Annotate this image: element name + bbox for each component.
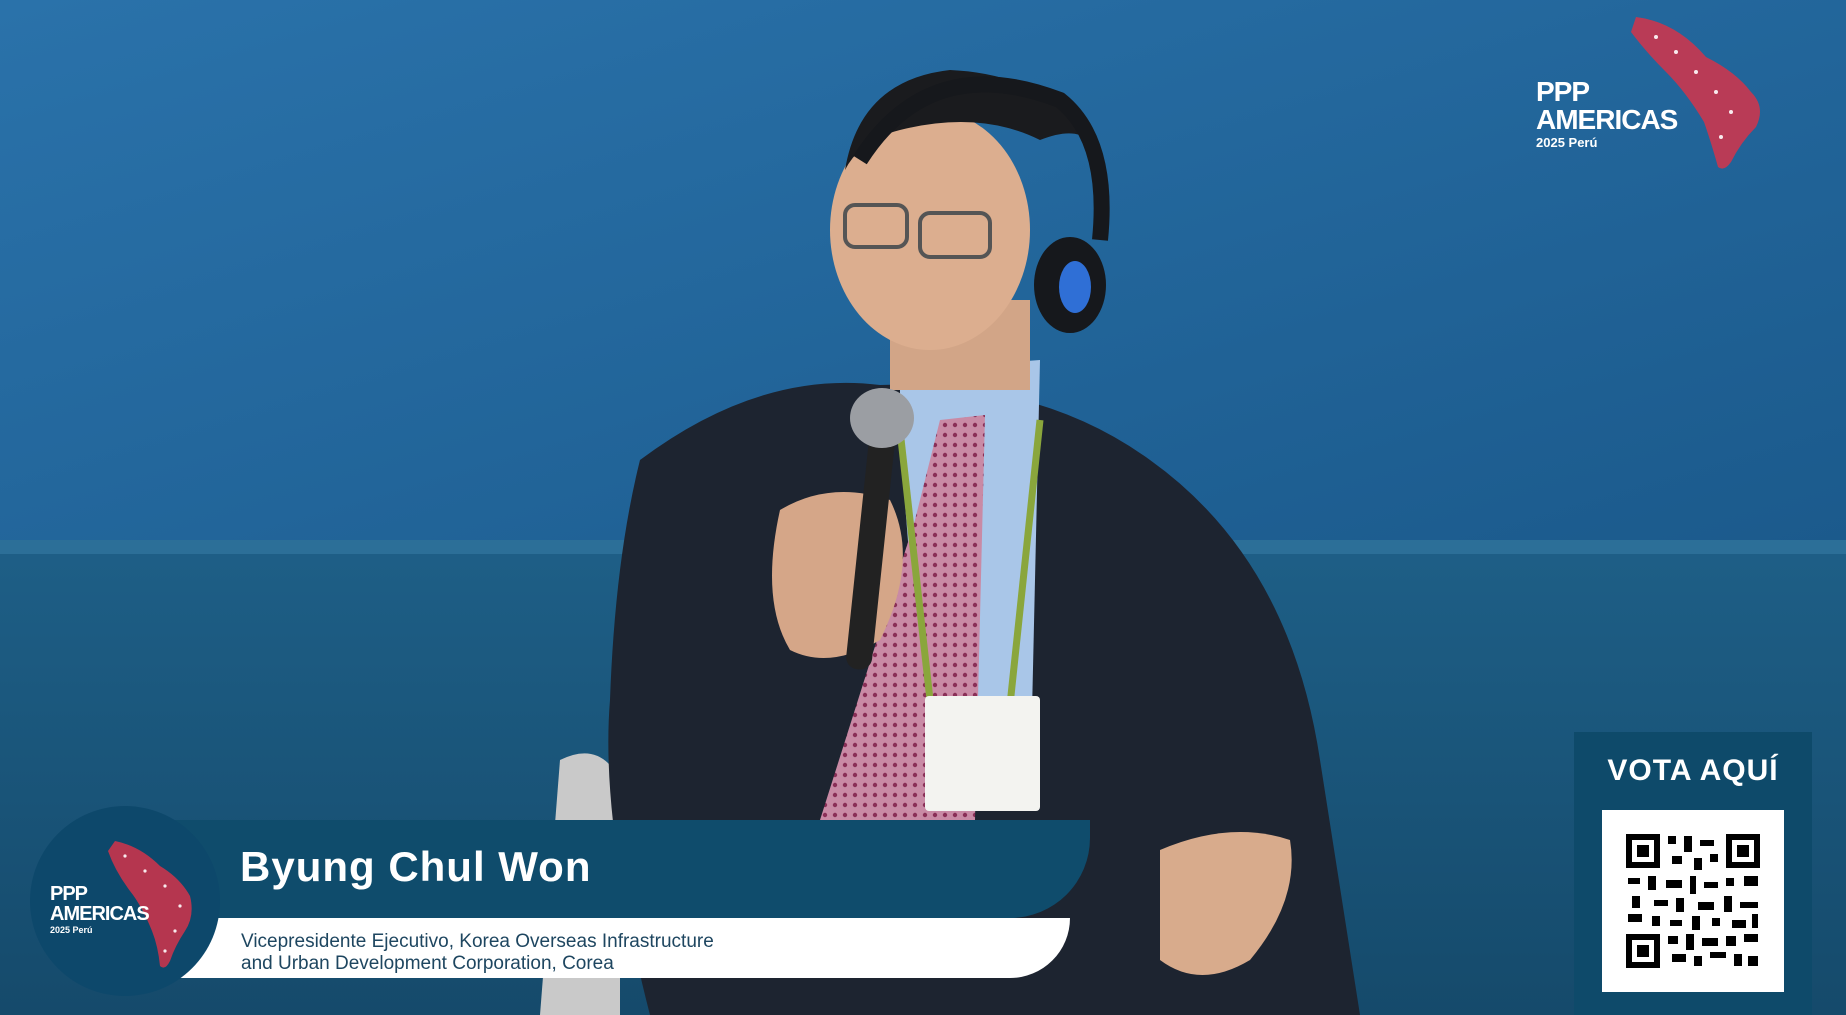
speaker-title: Vicepresidente Ejecutivo, Korea Overseas… <box>241 931 714 975</box>
event-badge: PPP AMERICAS 2025 Perú <box>30 806 220 996</box>
qr-code-icon <box>1626 834 1760 968</box>
speaker-title-line2: and Urban Development Corporation, Corea <box>241 953 614 974</box>
logo-line3: 2025 Perú <box>1536 135 1598 150</box>
vote-panel: VOTA AQUÍ <box>1574 732 1812 1015</box>
vote-label: VOTA AQUÍ <box>1607 754 1779 787</box>
event-logo: PPP AMERICAS 2025 Perú <box>1536 12 1786 172</box>
speaker-title-line1: Vicepresidente Ejecutivo, Korea Overseas… <box>241 931 714 952</box>
badge-line2: AMERICAS <box>50 903 150 925</box>
speaker-name: Byung Chul Won <box>240 843 592 890</box>
logo-line2: AMERICAS <box>1536 104 1678 135</box>
badge-line3: 2025 Perú <box>50 925 93 935</box>
qr-code[interactable] <box>1602 810 1784 992</box>
badge-line1: PPP <box>50 883 88 905</box>
logo-line1: PPP <box>1536 76 1590 107</box>
lower-third: Byung Chul Won Vicepresidente Ejecutivo,… <box>0 800 1100 1015</box>
